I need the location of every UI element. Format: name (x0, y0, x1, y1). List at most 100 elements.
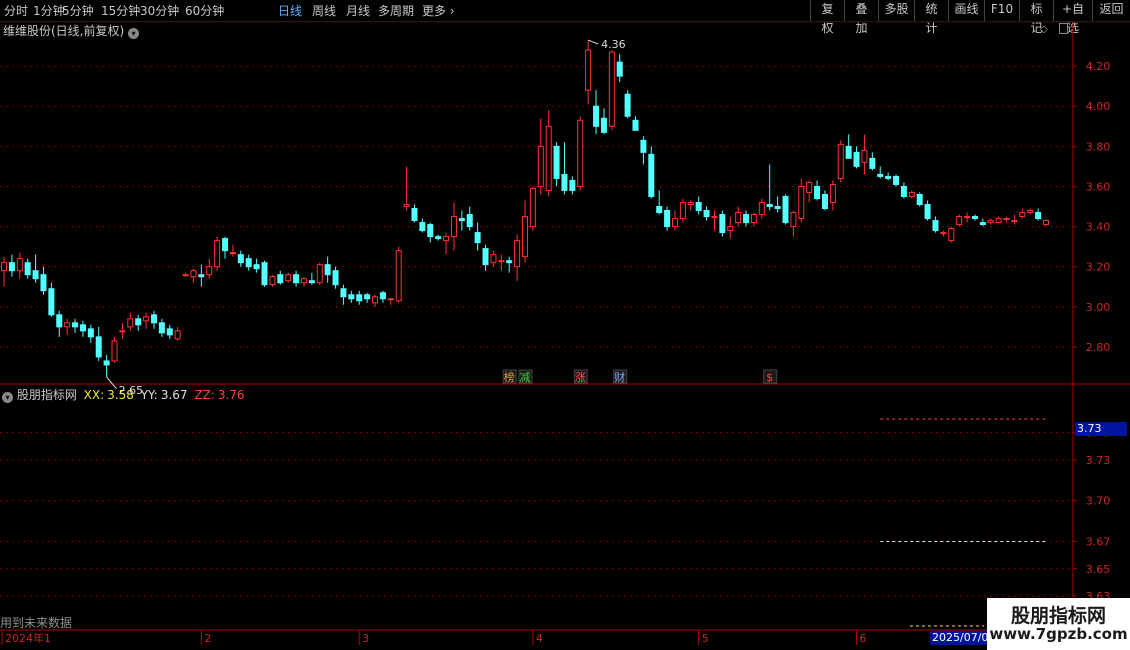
candle-body (1043, 220, 1049, 226)
candle-body (111, 340, 118, 362)
candle (269, 274, 276, 287)
event-badge: 减 (518, 369, 533, 384)
candle (308, 272, 315, 285)
candle (8, 254, 15, 277)
candle-body (285, 274, 292, 282)
candle-body (379, 292, 386, 300)
candle (48, 282, 55, 317)
candle-body (711, 216, 718, 219)
candle-body (837, 143, 844, 179)
candle-body (900, 185, 907, 197)
candle-body (948, 228, 955, 242)
candle (1011, 214, 1018, 225)
candle (490, 250, 497, 267)
candle-body (64, 322, 71, 328)
yy-label: YY: (140, 388, 158, 402)
candle-body (845, 145, 852, 159)
main-title: 维维股份(日线,前复权) (3, 24, 125, 38)
candle (387, 298, 394, 305)
candle-body (648, 153, 655, 197)
candle (656, 190, 663, 215)
event-badge: 涨 (573, 369, 588, 384)
candle-body (664, 210, 671, 228)
candle-body (340, 288, 347, 298)
candle (727, 216, 734, 239)
candle (514, 234, 521, 281)
main-title-row: 维维股份(日线,前复权) ▾ (3, 22, 140, 39)
candle-body (387, 298, 394, 301)
candle-body (987, 220, 994, 224)
indicator-axis-tick-label: 3.67 (1086, 536, 1111, 549)
candle-body (222, 238, 229, 252)
candle-body (727, 226, 734, 232)
candle-body (553, 145, 560, 179)
candle-body (695, 202, 702, 212)
candle (24, 258, 31, 279)
candle-body (593, 105, 600, 127)
candle (435, 234, 442, 241)
candle-body (719, 214, 726, 234)
indicator-name: 股朋指标网 (16, 388, 77, 402)
watermark-title: 股朋指标网 (1010, 605, 1106, 627)
candle (411, 204, 418, 223)
candle (577, 116, 584, 191)
candle-body (466, 214, 473, 228)
candle (458, 210, 465, 231)
candle-body (119, 330, 126, 333)
candle-body (561, 173, 568, 191)
candle-body (127, 318, 134, 328)
candlestick-series (1, 40, 1049, 377)
candle (964, 212, 971, 223)
candle (1, 256, 7, 287)
overlay-layer: 4.362.65榜减涨财 $2024年1 2 3 4 5 6 (1, 38, 1046, 645)
candle (719, 210, 726, 237)
candle-body (443, 236, 450, 242)
diamond-icon[interactable]: ◇ (1040, 24, 1048, 35)
candle-body (608, 51, 615, 127)
candle-body (395, 250, 402, 302)
candle (237, 250, 244, 267)
chart-canvas: 2.803.003.203.403.603.804.004.203.633.65… (0, 21, 1130, 650)
chevron-down-icon[interactable]: ▾ (128, 28, 140, 39)
candle-body (269, 276, 276, 286)
candle (72, 318, 79, 333)
candle-body (964, 216, 971, 219)
candle (593, 90, 600, 135)
candle-body (514, 240, 521, 268)
candle (798, 178, 805, 223)
candle-body (229, 252, 236, 255)
panel-toggle-icon[interactable] (1059, 23, 1068, 34)
event-badge: 财 (613, 369, 628, 384)
candle-body (1019, 212, 1026, 218)
candle (837, 140, 844, 183)
candle-body (293, 274, 300, 284)
candle (687, 200, 694, 211)
candle-body (971, 216, 978, 220)
candle-body (316, 264, 323, 284)
candle (529, 186, 536, 231)
event-badge: $ (763, 369, 778, 384)
candle-body (277, 274, 284, 284)
candle (95, 326, 102, 361)
x-axis-label: 6 (860, 632, 867, 645)
candle-body (703, 210, 710, 218)
main-axis-tick-label: 2.80 (1086, 341, 1111, 354)
candle-body (687, 202, 694, 206)
high-marker-arrow (587, 39, 599, 45)
yy-value: 3.67 (160, 388, 188, 402)
candle-body (150, 314, 157, 324)
candle (450, 202, 457, 251)
candle-body (1, 262, 7, 272)
candle-body (435, 236, 442, 240)
x-axis-label: 5 (702, 632, 709, 645)
candle-body (640, 139, 647, 153)
candle-body (474, 232, 481, 244)
chevron-down-icon[interactable]: ▾ (2, 392, 13, 403)
candle (845, 134, 852, 159)
candle (932, 216, 939, 233)
candle-body (853, 151, 860, 167)
candle-body (1003, 218, 1010, 221)
candle-body (995, 218, 1002, 224)
candle (979, 218, 986, 227)
candle (640, 136, 647, 165)
